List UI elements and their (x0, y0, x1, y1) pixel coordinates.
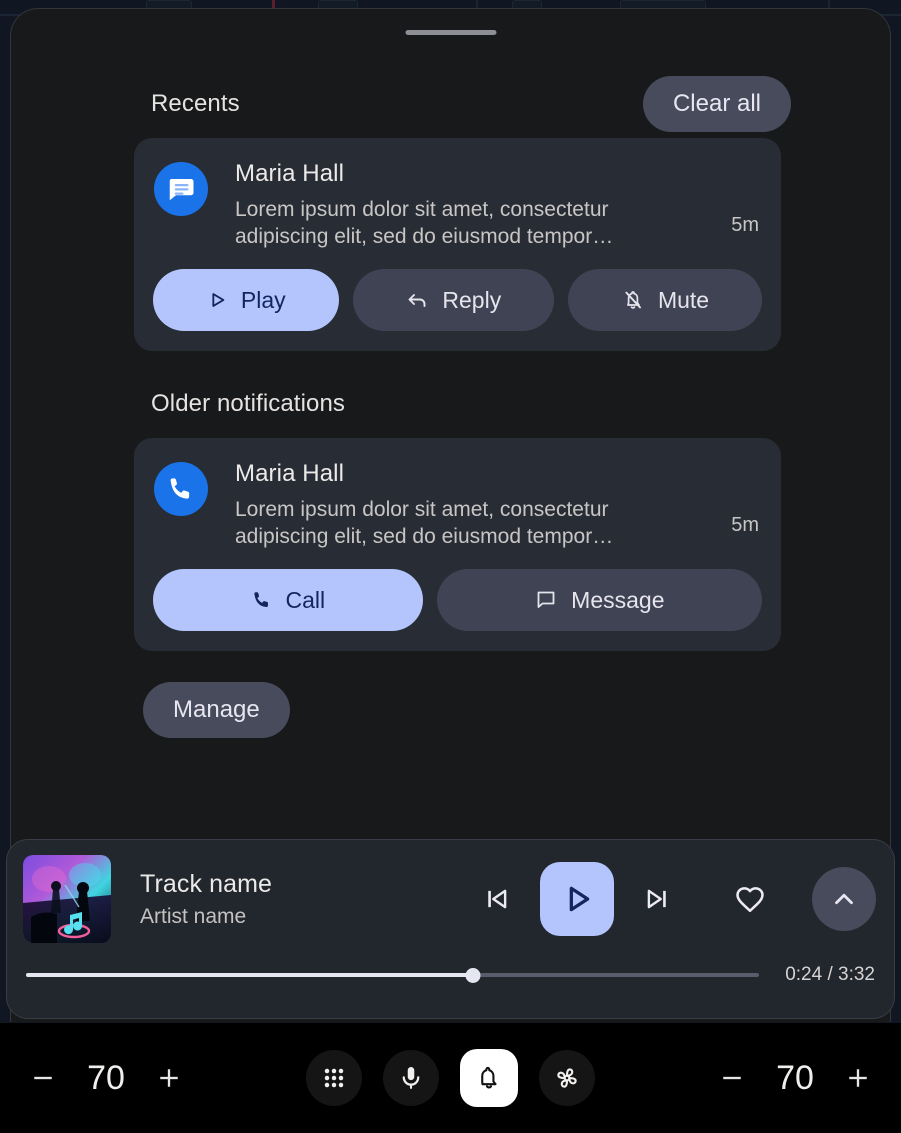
reply-action-label: Reply (442, 286, 502, 313)
older-notifications-title: Older notifications (151, 390, 345, 417)
message-action-button[interactable]: Message (436, 569, 763, 631)
recents-header: Recents Clear all (151, 76, 791, 132)
mute-action-button[interactable]: Mute (568, 269, 762, 331)
skip-next-icon[interactable] (626, 868, 688, 930)
notification-actions: Play Reply Mute (134, 250, 781, 350)
right-volume-plus-button[interactable] (831, 1051, 885, 1105)
media-progress-row: 0:24 / 3:32 (7, 964, 894, 986)
left-volume-plus-button[interactable] (142, 1051, 196, 1105)
right-volume-control: 70 (705, 1051, 885, 1105)
notification-card-older[interactable]: Maria Hall Lorem ipsum dolor sit amet, c… (134, 438, 781, 651)
concert-album-art[interactable] (23, 855, 111, 943)
notification-title: Maria Hall (235, 160, 345, 187)
message-icon (154, 162, 208, 216)
progress-thumb[interactable] (465, 967, 481, 983)
notification-body: Lorem ipsum dolor sit amet, consectetur … (235, 498, 614, 548)
bell-icon[interactable] (460, 1049, 518, 1107)
older-notifications-header: Older notifications (151, 384, 791, 424)
progress-fill (26, 973, 474, 977)
notification-title: Maria Hall (235, 460, 345, 487)
play-action-label: Play (240, 286, 286, 313)
progress-slider[interactable] (26, 964, 760, 986)
drag-handle[interactable] (405, 30, 496, 35)
reply-icon (405, 288, 429, 312)
notification-actions: Call Message (134, 550, 781, 650)
manage-button[interactable]: Manage (143, 682, 290, 738)
heart-icon[interactable] (714, 863, 786, 935)
track-name: Track name (140, 869, 273, 898)
notification-header: Maria Hall Lorem ipsum dolor sit amet, c… (134, 438, 781, 550)
clear-all-button[interactable]: Clear all (642, 76, 791, 132)
play-icon (206, 289, 228, 311)
notification-body: Lorem ipsum dolor sit amet, consectetur … (235, 198, 614, 248)
mute-icon (621, 288, 645, 312)
call-icon (251, 589, 273, 611)
right-volume-minus-button[interactable] (705, 1051, 759, 1105)
notification-header: Maria Hall Lorem ipsum dolor sit amet, c… (134, 138, 781, 250)
microphone-icon[interactable] (383, 1050, 439, 1106)
reply-action-button[interactable]: Reply (352, 269, 555, 331)
left-volume-minus-button[interactable] (16, 1051, 70, 1105)
play-action-button[interactable]: Play (153, 269, 339, 331)
message-bubble-icon (534, 588, 558, 612)
phone-icon (154, 462, 208, 516)
right-volume-value: 70 (776, 1058, 814, 1097)
track-metadata: Track name Artist name (111, 870, 401, 929)
call-action-button[interactable]: Call (153, 569, 423, 631)
media-top-row: Track name Artist name (7, 840, 894, 958)
left-volume-value: 70 (87, 1058, 125, 1097)
notification-card-recents[interactable]: Maria Hall Lorem ipsum dolor sit amet, c… (134, 138, 781, 351)
recents-title: Recents (151, 90, 240, 117)
call-action-label: Call (285, 586, 326, 613)
media-time-label: 0:24 / 3:32 (785, 964, 875, 985)
media-player: Track name Artist name 0:24 / 3:32 (6, 839, 895, 1019)
artist-name: Artist name (140, 904, 247, 928)
nav-icon-group (306, 1049, 595, 1107)
transport-controls (466, 862, 876, 936)
notification-text: Maria Hall Lorem ipsum dolor sit amet, c… (208, 458, 731, 550)
play-button[interactable] (540, 862, 614, 936)
skip-previous-icon[interactable] (466, 868, 528, 930)
notification-text: Maria Hall Lorem ipsum dolor sit amet, c… (208, 158, 731, 250)
left-volume-control: 70 (16, 1051, 196, 1105)
fan-icon[interactable] (539, 1050, 595, 1106)
bottom-system-bar: 70 70 (0, 1023, 901, 1133)
notification-time: 5m (731, 514, 759, 536)
mute-action-label: Mute (657, 286, 710, 313)
apps-grid-icon[interactable] (306, 1050, 362, 1106)
notification-time: 5m (731, 214, 759, 236)
chevron-up-icon[interactable] (812, 867, 876, 931)
message-action-label: Message (571, 586, 665, 613)
